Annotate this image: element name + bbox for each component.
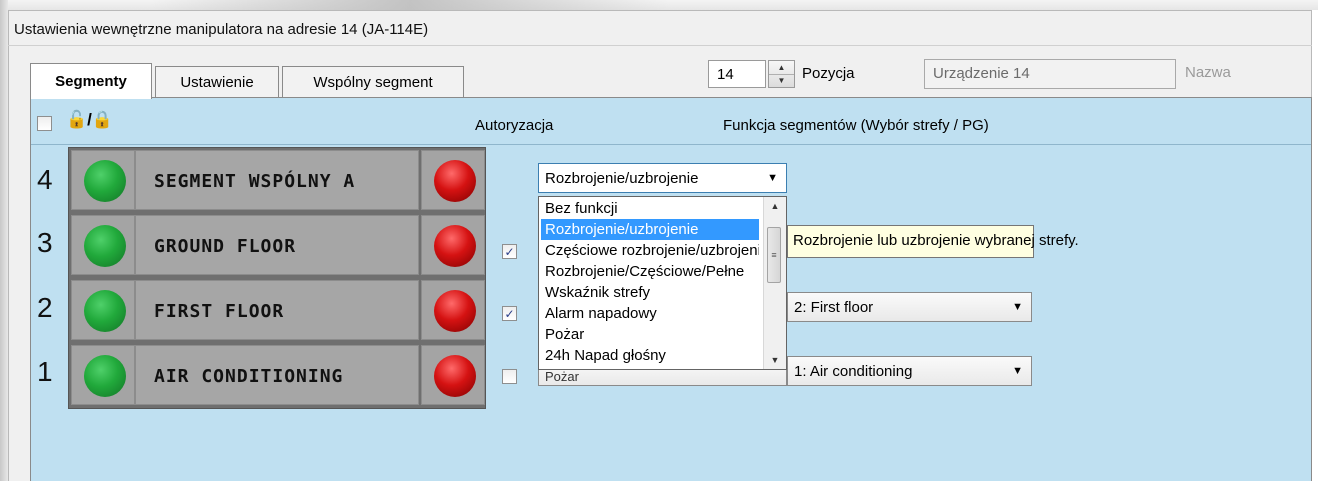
green-led-button[interactable] <box>71 150 135 210</box>
segment-label-cell: GROUND FLOOR <box>135 215 419 275</box>
lock-unlock-icon: 🔓/🔒 <box>66 110 114 129</box>
dropdown-option[interactable]: 24h Napad głośny <box>541 345 759 366</box>
tab-ustawienie[interactable]: Ustawienie <box>155 66 279 97</box>
dropdown-option[interactable]: Częściowe rozbrojenie/uzbrojenie <box>541 240 759 261</box>
dropdown-option[interactable]: Alarm napadowy <box>541 303 759 324</box>
red-led-icon <box>434 225 476 267</box>
segment-label: FIRST FLOOR <box>154 301 285 322</box>
green-led-icon <box>84 225 126 267</box>
chevron-down-icon: ▼ <box>1012 365 1023 377</box>
segment-row: FIRST FLOOR <box>69 278 487 341</box>
select-all-checkbox[interactable] <box>37 116 52 131</box>
chevron-down-icon: ▼ <box>767 172 778 184</box>
function-select-value: Rozbrojenie/uzbrojenie <box>545 170 699 187</box>
dropdown-option-selected[interactable]: Rozbrojenie/uzbrojenie <box>541 219 759 240</box>
tab-wspolny-segment[interactable]: Wspólny segment <box>282 66 464 97</box>
chevron-down-icon: ▼ <box>1012 301 1023 313</box>
scroll-up-icon[interactable]: ▲ <box>764 197 786 215</box>
authorization-checkbox-2[interactable]: ✓ <box>502 306 517 321</box>
function-select-4[interactable]: Rozbrojenie/uzbrojenie ▼ <box>538 163 787 193</box>
authorization-checkbox-1[interactable] <box>502 369 517 384</box>
green-led-icon <box>84 290 126 332</box>
segment-number-3: 3 <box>37 227 53 258</box>
device-name-input[interactable]: Urządzenie 14 <box>924 59 1176 89</box>
spin-up-icon[interactable]: ▲ <box>769 61 794 75</box>
segment-number-2: 2 <box>37 292 53 323</box>
scroll-thumb[interactable]: ≡ <box>767 227 781 283</box>
segment-label: SEGMENT WSPÓLNY A <box>154 171 356 192</box>
segment-function-header: Funkcja segmentów (Wybór strefy / PG) <box>723 117 989 134</box>
title-bar-background <box>0 0 1318 12</box>
red-led-icon <box>434 355 476 397</box>
green-led-icon <box>84 160 126 202</box>
window-left-edge <box>0 0 8 481</box>
spin-down-icon[interactable]: ▼ <box>769 74 794 87</box>
title-separator <box>8 45 1312 46</box>
authorization-header: Autoryzacja <box>475 117 554 134</box>
red-led-button[interactable] <box>421 345 485 405</box>
tooltip: Rozbrojenie lub uzbrojenie wybranej stre… <box>787 225 1079 258</box>
segment-row: GROUND FLOOR <box>69 213 487 276</box>
green-led-button[interactable] <box>71 345 135 405</box>
function-dropdown-list[interactable]: Bez funkcji Rozbrojenie/uzbrojenie Częśc… <box>538 196 787 370</box>
dropdown-option[interactable]: Rozbrojenie/Częściowe/Pełne <box>541 261 759 282</box>
window-title: Ustawienia wewnętrzne manipulatora na ad… <box>14 21 429 38</box>
authorization-checkbox-3[interactable]: ✓ <box>502 244 517 259</box>
tab-segmenty[interactable]: Segmenty <box>30 63 152 99</box>
green-led-icon <box>84 355 126 397</box>
panel-header-divider <box>31 144 1311 145</box>
segment-number-4: 4 <box>37 164 53 195</box>
position-label: Pozycja <box>802 65 855 82</box>
segment-label: GROUND FLOOR <box>154 236 297 257</box>
segment-row: AIR CONDITIONING <box>69 343 487 406</box>
segment-label-cell: FIRST FLOOR <box>135 280 419 340</box>
zone-select-value: 2: First floor <box>794 299 874 316</box>
position-input[interactable]: 14 <box>708 60 766 88</box>
segment-label: AIR CONDITIONING <box>154 366 344 387</box>
keypad-segments: SEGMENT WSPÓLNY A GROUND FLOOR FIRST FLO… <box>68 147 486 409</box>
segment-row: SEGMENT WSPÓLNY A <box>69 148 487 211</box>
position-spinner[interactable]: ▲ ▼ <box>768 60 795 88</box>
segment-label-cell: SEGMENT WSPÓLNY A <box>135 150 419 210</box>
dropdown-option[interactable]: Bez funkcji <box>541 198 759 219</box>
dropdown-scrollbar[interactable]: ▲ ≡ ▼ <box>763 197 786 369</box>
dropdown-option[interactable]: Wskaźnik strefy <box>541 282 759 303</box>
segment-number-1: 1 <box>37 356 53 387</box>
name-label: Nazwa <box>1185 64 1231 81</box>
red-led-button[interactable] <box>421 280 485 340</box>
dropdown-option[interactable]: Pożar <box>541 324 759 345</box>
green-led-button[interactable] <box>71 280 135 340</box>
function-select-partial-value: Pożar <box>545 369 579 384</box>
scroll-down-icon[interactable]: ▼ <box>764 351 786 369</box>
red-led-icon <box>434 160 476 202</box>
red-led-button[interactable] <box>421 150 485 210</box>
segment-label-cell: AIR CONDITIONING <box>135 345 419 405</box>
zone-select-2[interactable]: 2: First floor ▼ <box>787 292 1032 322</box>
red-led-icon <box>434 290 476 332</box>
red-led-button[interactable] <box>421 215 485 275</box>
green-led-button[interactable] <box>71 215 135 275</box>
zone-select-value: 1: Air conditioning <box>794 363 913 380</box>
zone-select-1[interactable]: 1: Air conditioning ▼ <box>787 356 1032 386</box>
